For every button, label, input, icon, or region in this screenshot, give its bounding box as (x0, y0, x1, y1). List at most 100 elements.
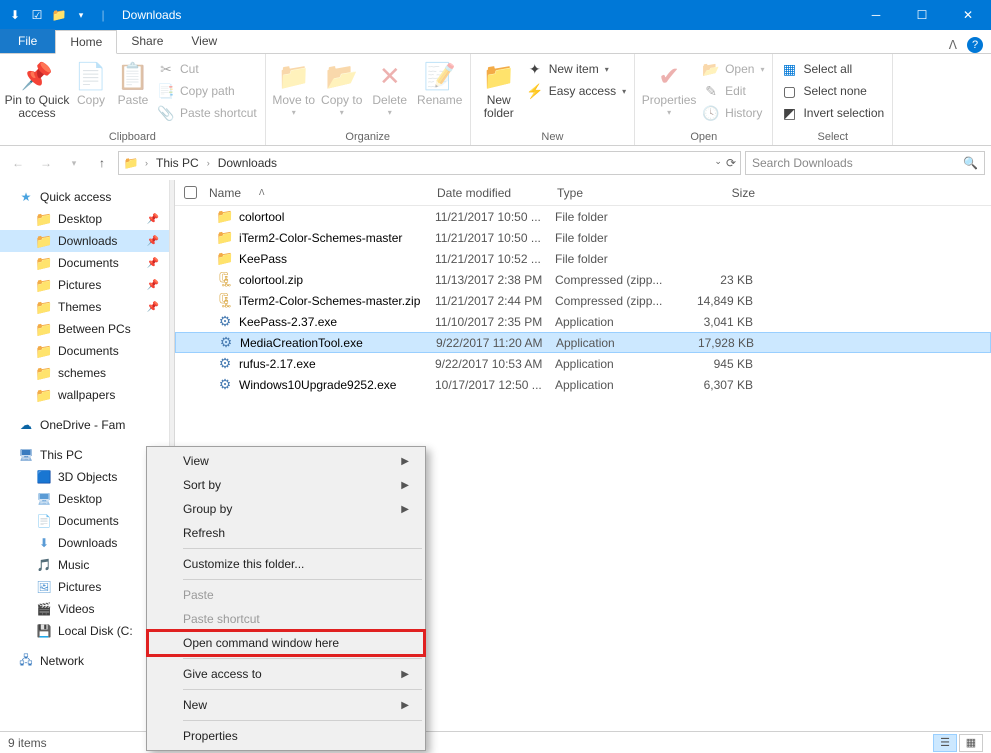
new-item-button[interactable]: ✦New item ▾ (523, 58, 630, 80)
sidebar-item[interactable]: 🟦3D Objects (0, 466, 169, 488)
cm-sortby[interactable]: Sort by▶ (149, 473, 423, 497)
search-box[interactable]: Search Downloads 🔍 (745, 151, 985, 175)
sidebar-item[interactable]: 📁Documents (0, 340, 169, 362)
open-group-label: Open (639, 130, 768, 145)
back-button[interactable]: ← (6, 151, 30, 175)
file-row[interactable]: 📁colortool11/21/2017 10:50 ...File folde… (175, 206, 991, 227)
new-folder-button[interactable]: 📁 New folder (475, 56, 523, 120)
move-to-button[interactable]: 📁 Move to▾ (270, 56, 318, 118)
select-none-button[interactable]: ▢Select none (777, 80, 888, 102)
select-all-checkbox[interactable] (184, 186, 197, 199)
column-type[interactable]: Type (557, 186, 679, 200)
column-name[interactable]: Nameᐱ (205, 186, 437, 200)
network-node[interactable]: 🖧Network (0, 650, 169, 672)
edit-button[interactable]: ✎Edit (699, 80, 768, 102)
cm-open-command-window[interactable]: Open command window here (149, 631, 423, 655)
sidebar-item[interactable]: 📁Downloads📌 (0, 230, 169, 252)
cm-groupby[interactable]: Group by▶ (149, 497, 423, 521)
properties-qat-icon[interactable]: ☑ (28, 6, 46, 24)
copy-button[interactable]: 📄 Copy (70, 56, 112, 107)
cm-customize[interactable]: Customize this folder... (149, 552, 423, 576)
view-tab[interactable]: View (177, 29, 231, 53)
file-row[interactable]: 🗜colortool.zip11/13/2017 2:38 PMCompress… (175, 269, 991, 290)
open-button[interactable]: 📂Open ▾ (699, 58, 768, 80)
sidebar-item[interactable]: 🖼Pictures (0, 576, 169, 598)
address-bar[interactable]: 📁 › This PC › Downloads ⌄ ⟳ (118, 151, 741, 175)
address-dropdown-icon[interactable]: ⌄ (714, 156, 722, 170)
down-arrow-icon[interactable]: ⬇ (6, 6, 24, 24)
file-row[interactable]: 📁iTerm2-Color-Schemes-master11/21/2017 1… (175, 227, 991, 248)
folder-icon: 📁 (36, 343, 52, 359)
file-row[interactable]: 📁KeePass11/21/2017 10:52 ...File folder (175, 248, 991, 269)
onedrive-node[interactable]: ☁OneDrive - Fam (0, 414, 169, 436)
sidebar-item[interactable]: 📁Pictures📌 (0, 274, 169, 296)
paste-shortcut-button[interactable]: 📎Paste shortcut (154, 102, 261, 124)
sidebar-item[interactable]: 📄Documents (0, 510, 169, 532)
details-view-button[interactable]: ☰ (933, 734, 957, 752)
breadcrumb-downloads[interactable]: Downloads (216, 156, 279, 170)
thumbnails-view-button[interactable]: ▦ (959, 734, 983, 752)
help-icon[interactable]: ? (967, 37, 983, 53)
sidebar-item[interactable]: 📁wallpapers (0, 384, 169, 406)
cut-button[interactable]: ✂Cut (154, 58, 261, 80)
select-all-button[interactable]: ▦Select all (777, 58, 888, 80)
invert-selection-button[interactable]: ◩Invert selection (777, 102, 888, 124)
minimize-button[interactable]: ─ (853, 0, 899, 30)
pin-to-quick-access-button[interactable]: 📌 Pin to Quick access (4, 56, 70, 120)
maximize-button[interactable]: ☐ (899, 0, 945, 30)
refresh-icon[interactable]: ⟳ (726, 156, 736, 170)
sidebar-item[interactable]: 📁Desktop📌 (0, 208, 169, 230)
cm-properties[interactable]: Properties (149, 724, 423, 748)
file-row[interactable]: 🗜iTerm2-Color-Schemes-master.zip11/21/20… (175, 290, 991, 311)
cm-paste-shortcut[interactable]: Paste shortcut (149, 607, 423, 631)
cm-give-access[interactable]: Give access to▶ (149, 662, 423, 686)
folder-qat-icon[interactable]: 📁 (50, 6, 68, 24)
forward-button[interactable]: → (34, 151, 58, 175)
copy-to-button[interactable]: 📂 Copy to▾ (318, 56, 366, 118)
sidebar-item[interactable]: 🖥Desktop (0, 488, 169, 510)
quick-access-node[interactable]: ★Quick access (0, 186, 169, 208)
folder-icon: 📁 (36, 233, 52, 249)
chevron-right-icon[interactable]: › (207, 158, 210, 168)
cm-refresh[interactable]: Refresh (149, 521, 423, 545)
file-row[interactable]: ⚙rufus-2.17.exe9/22/2017 10:53 AMApplica… (175, 353, 991, 374)
collapse-ribbon-icon[interactable]: ᐱ (949, 38, 957, 52)
cm-view[interactable]: View▶ (149, 449, 423, 473)
sidebar-item[interactable]: ⬇Downloads (0, 532, 169, 554)
thispc-node[interactable]: 🖥This PC (0, 444, 169, 466)
sidebar-item[interactable]: 📁Documents📌 (0, 252, 169, 274)
sidebar-item[interactable]: 📁Themes📌 (0, 296, 169, 318)
item-icon: 🎵 (36, 557, 52, 573)
file-row[interactable]: ⚙MediaCreationTool.exe9/22/2017 11:20 AM… (175, 332, 991, 353)
sidebar-item[interactable]: 🎬Videos (0, 598, 169, 620)
file-tab[interactable]: File (0, 29, 55, 53)
easy-access-button[interactable]: ⚡Easy access ▾ (523, 80, 630, 102)
share-tab[interactable]: Share (117, 29, 177, 53)
sidebar-item[interactable]: 💾Local Disk (C: (0, 620, 169, 642)
up-button[interactable]: ↑ (90, 151, 114, 175)
paste-button[interactable]: 📋 Paste (112, 56, 154, 107)
cm-paste[interactable]: Paste (149, 583, 423, 607)
chevron-right-icon[interactable]: › (145, 158, 148, 168)
rename-button[interactable]: 📝 Rename (414, 56, 466, 107)
cm-new[interactable]: New▶ (149, 693, 423, 717)
file-row[interactable]: ⚙KeePass-2.37.exe11/10/2017 2:35 PMAppli… (175, 311, 991, 332)
sidebar-item[interactable]: 📁schemes (0, 362, 169, 384)
home-tab[interactable]: Home (55, 30, 117, 54)
delete-button[interactable]: ✕ Delete▾ (366, 56, 414, 118)
file-row[interactable]: ⚙Windows10Upgrade9252.exe10/17/2017 12:5… (175, 374, 991, 395)
breadcrumb-thispc[interactable]: This PC (154, 156, 201, 170)
pin-icon: 📌 (147, 236, 159, 247)
select-none-icon: ▢ (781, 83, 797, 99)
navigation-pane[interactable]: ★Quick access 📁Desktop📌📁Downloads📌📁Docum… (0, 180, 170, 731)
sidebar-item[interactable]: 📁Between PCs (0, 318, 169, 340)
recent-locations-button[interactable]: ▾ (62, 151, 86, 175)
sidebar-item[interactable]: 🎵Music (0, 554, 169, 576)
history-button[interactable]: 🕓History (699, 102, 768, 124)
close-button[interactable]: ✕ (945, 0, 991, 30)
properties-button[interactable]: ✔ Properties▾ (639, 56, 699, 118)
column-size[interactable]: Size (679, 186, 779, 200)
qat-dropdown-icon[interactable]: ▾ (72, 6, 90, 24)
column-date[interactable]: Date modified (437, 186, 557, 200)
copy-path-button[interactable]: 📑Copy path (154, 80, 261, 102)
